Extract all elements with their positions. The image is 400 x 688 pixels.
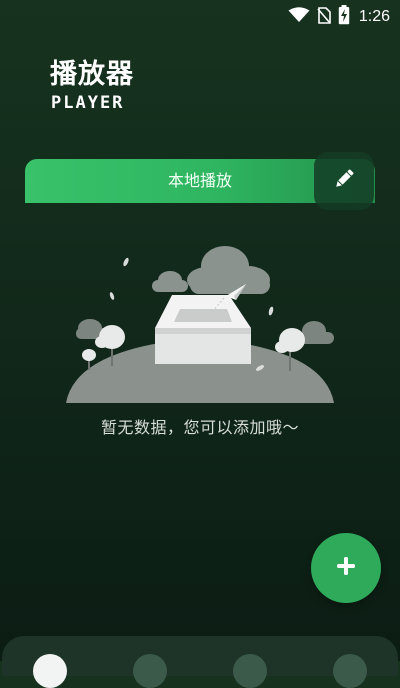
wifi-icon bbox=[288, 7, 310, 27]
page-title: 播放器 bbox=[50, 59, 134, 90]
plus-icon bbox=[336, 556, 356, 580]
bottom-nav bbox=[2, 636, 398, 688]
pencil-icon bbox=[332, 167, 356, 195]
nav-item-1[interactable] bbox=[33, 654, 67, 688]
status-icons: 1:26 bbox=[288, 5, 390, 29]
status-bar: 1:26 bbox=[0, 0, 400, 32]
empty-state-message: 暂无数据，您可以添加哦～ bbox=[100, 418, 299, 437]
status-time: 1:26 bbox=[358, 8, 390, 25]
edit-button[interactable] bbox=[314, 152, 374, 210]
nav-item-2[interactable] bbox=[133, 654, 167, 688]
nav-item-4[interactable] bbox=[333, 654, 367, 688]
page-subtitle: PLAYER bbox=[51, 93, 125, 113]
nav-item-3[interactable] bbox=[233, 654, 267, 688]
no-sim-icon bbox=[317, 6, 331, 28]
add-button[interactable] bbox=[311, 533, 381, 603]
battery-charging-icon bbox=[338, 5, 350, 29]
empty-box-illustration bbox=[62, 238, 338, 404]
